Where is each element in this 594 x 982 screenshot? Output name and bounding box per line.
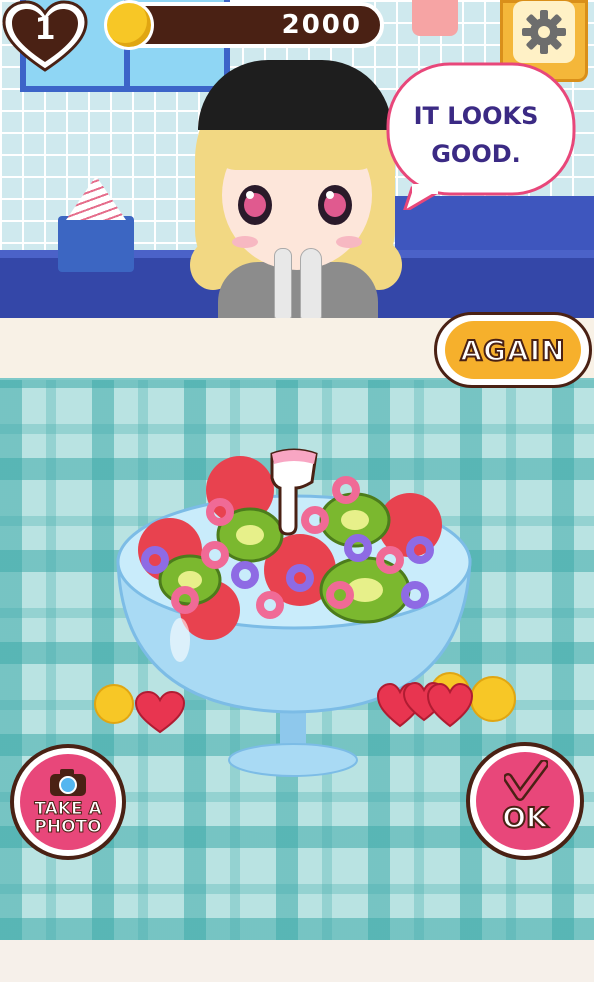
heart-reward-icon bbox=[134, 690, 186, 734]
gear-icon bbox=[522, 10, 566, 54]
character-body bbox=[218, 262, 378, 318]
character-eye-left bbox=[238, 185, 272, 225]
camera-icon bbox=[50, 769, 86, 796]
lives-count: 1 bbox=[34, 12, 56, 47]
again-button-face: AGAIN bbox=[445, 321, 581, 379]
speech-line-1: IT LOOKS bbox=[413, 102, 539, 130]
take-photo-label-line-2: PHOTO bbox=[34, 817, 102, 837]
ok-button-face: OK bbox=[476, 752, 574, 850]
hearts-reward-icon bbox=[376, 681, 474, 728]
spoon-icon bbox=[300, 248, 322, 320]
bottom-strip bbox=[0, 940, 594, 982]
lives-badge: 1 bbox=[2, 0, 88, 74]
fork-icon bbox=[274, 248, 292, 320]
coin-reward-icon bbox=[94, 684, 134, 724]
character-eye-right bbox=[318, 185, 352, 225]
coin-icon bbox=[104, 0, 154, 50]
checkmark-icon bbox=[504, 760, 548, 801]
coin-amount: 2000 bbox=[281, 10, 362, 40]
again-button[interactable]: AGAIN bbox=[434, 312, 592, 388]
speech-line-2: GOOD. bbox=[431, 140, 521, 168]
speech-text: IT LOOKS GOOD. bbox=[405, 97, 547, 173]
character-blush-right bbox=[336, 236, 362, 248]
ok-button[interactable]: OK bbox=[466, 742, 584, 860]
again-label: AGAIN bbox=[459, 333, 566, 368]
settings-button-face bbox=[513, 1, 575, 63]
take-photo-label-line-1: TAKE A bbox=[34, 799, 102, 819]
coin-reward-icon bbox=[470, 676, 516, 722]
pointing-hand-icon bbox=[270, 448, 318, 536]
napkin-holder bbox=[58, 216, 134, 272]
ok-label: OK bbox=[501, 800, 548, 835]
take-photo-button-face: TAKE A PHOTO bbox=[20, 754, 116, 850]
take-photo-button[interactable]: TAKE A PHOTO bbox=[10, 744, 126, 860]
take-photo-label: TAKE A PHOTO bbox=[34, 799, 102, 837]
wall-clock bbox=[412, 0, 458, 36]
character-blush-left bbox=[232, 236, 258, 248]
